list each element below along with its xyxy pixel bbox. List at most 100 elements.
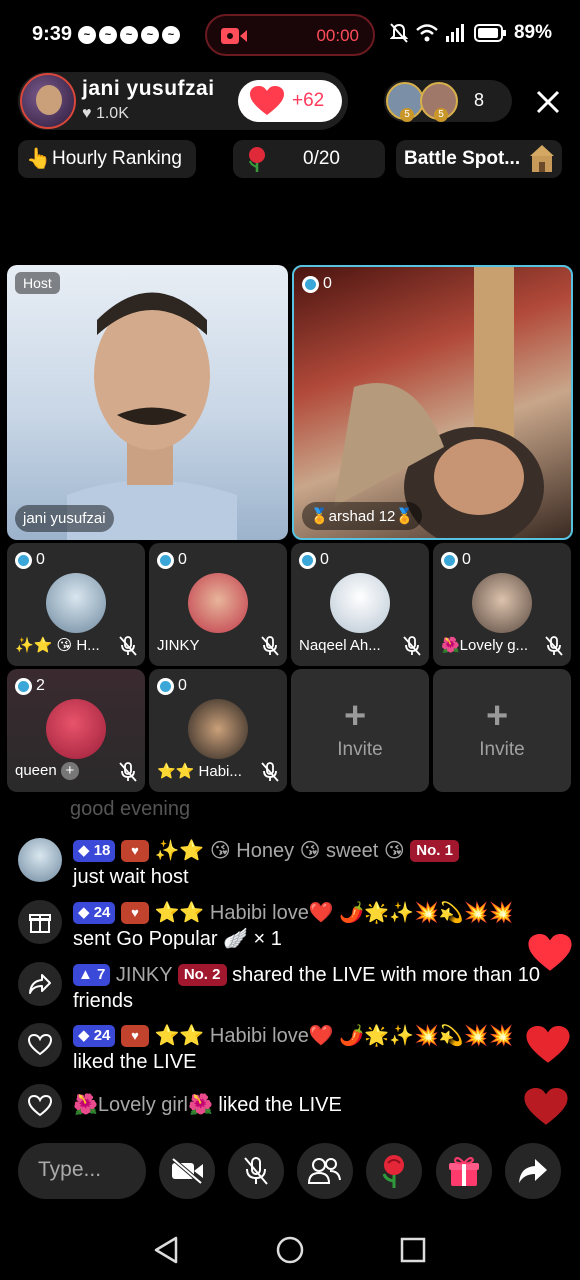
notification-icons: ~ ~ ~ ~ ~ xyxy=(78,26,180,44)
follow-plus-icon[interactable]: + xyxy=(60,762,79,780)
level-value: 18 xyxy=(93,842,111,859)
heart-icon xyxy=(250,86,284,115)
battle-label: Battle Spot... xyxy=(404,148,521,169)
chat-username[interactable]: JINKY xyxy=(116,964,172,986)
chat-username[interactable]: ⭐⭐ Habibi love❤️ 🌶️🌟✨💥💫💥💥 xyxy=(155,1025,514,1047)
battle-spot-button[interactable]: Battle Spot... xyxy=(396,140,562,178)
like-gain: +62 xyxy=(292,90,325,111)
chat-body: ◆ 24 ♥ ⭐⭐ Habibi love❤️ 🌶️🌟✨💥💫💥💥 sent Go… xyxy=(73,900,568,952)
guest-video-tile[interactable]: 0 🏅arshad 12🏅 xyxy=(292,265,573,540)
share-button[interactable]: 6 xyxy=(505,1143,561,1199)
like-button[interactable]: +62 xyxy=(238,80,342,122)
guests-button[interactable] xyxy=(297,1143,353,1199)
chat-username[interactable]: ⭐⭐ Habibi love❤️ 🌶️🌟✨💥💫💥💥 xyxy=(155,902,514,924)
guest-seat[interactable]: 0 Naqeel Ah... xyxy=(291,543,429,666)
seat-avatar xyxy=(330,573,390,633)
heart-outline-icon xyxy=(18,1023,62,1067)
seat-avatar xyxy=(46,699,106,759)
guest-seat[interactable]: 0 ⭐⭐ Habi... xyxy=(149,669,287,792)
messenger-icon: ~ xyxy=(78,26,96,44)
guest-seat[interactable]: 0 ✨⭐ 😘 H... xyxy=(7,543,145,666)
host-info[interactable]: jani yusufzai ♥ 1.0K +62 xyxy=(18,72,348,130)
rose-gift-button[interactable] xyxy=(366,1143,422,1199)
messenger-icon: ~ xyxy=(141,26,159,44)
home-icon[interactable] xyxy=(276,1236,304,1264)
seat-name: queen + xyxy=(15,762,95,780)
rank-badge: No. 2 xyxy=(177,964,227,986)
invite-label: Invite xyxy=(479,739,525,760)
gift-button[interactable] xyxy=(436,1143,492,1199)
mute-bell-icon xyxy=(389,23,408,43)
seat-name: ⭐⭐ Habi... xyxy=(157,763,242,780)
seat-name: JINKY xyxy=(157,637,200,654)
close-icon[interactable] xyxy=(530,84,566,120)
host-name: jani yusufzai xyxy=(82,77,215,100)
seat-score-value: 0 xyxy=(320,551,329,568)
rose-progress: 0/20 xyxy=(303,148,340,169)
guest-seat[interactable]: 0 JINKY xyxy=(149,543,287,666)
hourly-ranking-button[interactable]: 👆 Hourly Ranking xyxy=(18,140,196,178)
guest-video-feed xyxy=(334,267,544,538)
host-video-tile[interactable]: Host jani yusufzai xyxy=(7,265,288,540)
seat-score: 0 xyxy=(15,551,45,569)
level-badge: ◆ 24 xyxy=(73,1025,116,1047)
seat-name-text: queen xyxy=(15,762,57,779)
gift-box-icon xyxy=(449,1157,479,1186)
system-nav-bar xyxy=(0,1220,580,1280)
signal-icon xyxy=(445,24,464,42)
messenger-icon: ~ xyxy=(120,26,138,44)
seat-score: 0 xyxy=(299,551,329,569)
comment-input[interactable]: Type... xyxy=(18,1143,146,1199)
invite-seat[interactable]: + Invite xyxy=(291,669,429,792)
faded-chat-message: good evening xyxy=(70,798,191,820)
guest-score-value: 0 xyxy=(323,275,332,292)
chat-body: ◆ 24 ♥ ⭐⭐ Habibi love❤️ 🌶️🌟✨💥💫💥💥 liked t… xyxy=(73,1023,568,1075)
viewer-avatar[interactable]: 5 xyxy=(420,82,458,122)
score-icon xyxy=(15,677,32,695)
rose-icon xyxy=(249,147,265,172)
chat-text: sent Go Popular 🪽 × 1 xyxy=(73,928,282,950)
comment-placeholder: Type... xyxy=(38,1158,102,1181)
viewer-avatar[interactable]: 5 xyxy=(386,82,424,122)
level-badge: ▲ 7 xyxy=(73,964,111,986)
video-record-icon xyxy=(221,28,247,44)
chat-avatar[interactable] xyxy=(18,838,62,882)
users-icon xyxy=(308,1158,341,1184)
messenger-icon: ~ xyxy=(99,26,117,44)
screen-record-indicator[interactable]: 00:00 xyxy=(205,14,375,56)
hand-point-icon: 👆 xyxy=(26,148,51,170)
camera-off-button[interactable] xyxy=(159,1143,215,1199)
floating-heart-icon xyxy=(528,934,572,971)
seat-score: 0 xyxy=(157,677,187,695)
chat-text: liked the LIVE xyxy=(73,1051,197,1073)
wifi-icon xyxy=(416,24,438,42)
mic-off-button[interactable] xyxy=(228,1143,284,1199)
heart-outline-icon xyxy=(18,1084,62,1128)
score-icon xyxy=(302,275,319,293)
seat-avatar xyxy=(188,573,248,633)
guest-seat[interactable]: 2 queen + xyxy=(7,669,145,792)
viewer-level: 5 xyxy=(400,108,414,122)
level-badge: ◆ 18 xyxy=(73,840,116,862)
chat-text: just wait host xyxy=(73,866,189,888)
mic-muted-icon xyxy=(261,636,279,656)
seat-name: 🌺Lovely g... xyxy=(441,637,529,654)
invite-seat[interactable]: + Invite xyxy=(433,669,571,792)
host-avatar[interactable] xyxy=(20,73,76,129)
guest-score: 0 xyxy=(302,275,332,293)
rose-goal[interactable]: 0/20 xyxy=(233,140,385,178)
seat-score-value: 2 xyxy=(36,677,45,694)
host-likes: ♥ 1.0K xyxy=(82,105,129,122)
chat-username[interactable]: 🌺Lovely girl🌺 xyxy=(73,1094,213,1116)
floating-heart-icon xyxy=(524,1088,568,1125)
viewer-list[interactable]: 5 5 8 xyxy=(384,80,512,122)
guest-seat[interactable]: 0 🌺Lovely g... xyxy=(433,543,571,666)
camera-off-icon xyxy=(171,1157,203,1185)
back-icon[interactable] xyxy=(154,1236,180,1264)
chat-username[interactable]: ✨⭐ 😘 Honey 😘 sweet 😘 xyxy=(155,840,405,862)
seat-avatar xyxy=(46,573,106,633)
mic-muted-icon xyxy=(545,636,563,656)
chat-body: ◆ 18 ♥ ✨⭐ 😘 Honey 😘 sweet 😘 No. 1 just w… xyxy=(73,838,568,890)
recents-icon[interactable] xyxy=(400,1237,426,1263)
gift-icon xyxy=(18,900,62,944)
